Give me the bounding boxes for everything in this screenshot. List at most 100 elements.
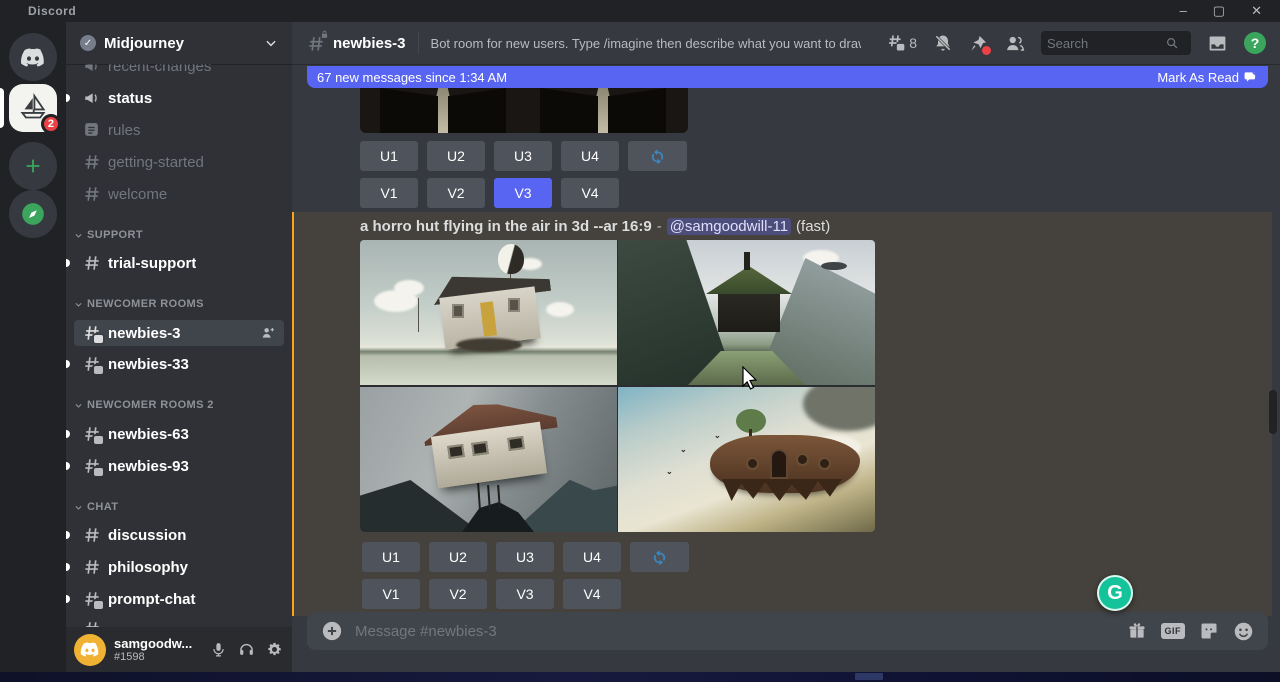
close-icon[interactable]: ✕	[1251, 0, 1262, 22]
hash-icon	[82, 184, 102, 204]
user-mention[interactable]: @samgoodwill-11	[667, 218, 791, 235]
category-newcomer-rooms[interactable]: NEWCOMER ROOMS	[74, 297, 284, 311]
gear-icon	[266, 641, 283, 658]
chat-scrollbar-thumb[interactable]	[1269, 390, 1277, 434]
gif-icon: GIF	[1161, 623, 1186, 639]
generation-mode: (fast)	[796, 218, 830, 235]
category-newcomer-rooms-2[interactable]: NEWCOMER ROOMS 2	[74, 398, 284, 412]
channel-label: newbies-33	[108, 356, 189, 373]
quad-image-bottom-left[interactable]	[360, 387, 617, 532]
channel-partial-clipped[interactable]	[74, 616, 284, 627]
channel-sidebar: ✓ Midjourney recent-changes status rules…	[66, 22, 292, 672]
search-box	[1041, 31, 1191, 55]
bell-slash-icon	[933, 33, 953, 53]
reroll-button[interactable]	[630, 542, 689, 572]
deafen-button[interactable]	[236, 640, 256, 660]
server-icon-midjourney[interactable]: 2	[9, 84, 57, 132]
server-header[interactable]: ✓ Midjourney	[66, 22, 292, 64]
prompt-line: a horro hut flying in the air in 3d --ar…	[360, 218, 830, 235]
notifications-muted-button[interactable]	[933, 33, 953, 53]
u4-button[interactable]: U4	[563, 542, 621, 572]
channel-recent-changes[interactable]: recent-changes	[74, 64, 284, 79]
user-settings-button[interactable]	[264, 640, 284, 660]
attach-file-button[interactable]	[321, 620, 343, 642]
reroll-button[interactable]	[628, 141, 687, 171]
u1-button[interactable]: U1	[362, 542, 420, 572]
v1-button[interactable]: V1	[362, 579, 420, 609]
v1-button[interactable]: V1	[360, 178, 418, 208]
quad-image-top-right[interactable]	[618, 240, 875, 385]
u3-button[interactable]: U3	[494, 141, 552, 171]
plus-circle-icon	[321, 620, 343, 642]
channel-newbies-63[interactable]: newbies-63	[74, 421, 284, 447]
gift-button[interactable]	[1127, 621, 1147, 641]
generated-image-grid[interactable]: ⌄ ⌄ ⌄	[360, 240, 875, 532]
discord-home-button[interactable]	[9, 33, 57, 81]
maximize-icon[interactable]: ▢	[1213, 0, 1225, 22]
new-messages-text: 67 new messages since 1:34 AM	[317, 70, 507, 85]
u3-button[interactable]: U3	[496, 542, 554, 572]
channel-getting-started[interactable]: getting-started	[74, 149, 284, 175]
create-invite-icon[interactable]	[260, 325, 276, 341]
explore-servers-button[interactable]	[9, 190, 57, 238]
inbox-button[interactable]	[1207, 33, 1228, 54]
pinned-messages-button[interactable]	[969, 34, 988, 53]
channel-welcome[interactable]: welcome	[74, 181, 284, 207]
generated-image-previous[interactable]	[360, 88, 688, 133]
channel-status[interactable]: status	[74, 85, 284, 111]
hash-chat-icon	[82, 456, 102, 476]
grammarly-button[interactable]: G	[1097, 575, 1133, 611]
v3-button-active[interactable]: V3	[494, 178, 552, 208]
minimize-icon[interactable]: –	[1180, 0, 1187, 22]
v3-button[interactable]: V3	[496, 579, 554, 609]
u1-button[interactable]: U1	[360, 141, 418, 171]
message-input[interactable]	[355, 623, 1127, 640]
u2-button[interactable]: U2	[429, 542, 487, 572]
upscale-button-row-msg2: U1 U2 U3 U4	[362, 542, 689, 572]
discord-logo-icon	[20, 48, 46, 67]
channel-topic[interactable]: Bot room for new users. Type /imagine th…	[431, 36, 861, 51]
member-list-button[interactable]	[1004, 33, 1025, 54]
quad-image-bottom-right[interactable]: ⌄ ⌄ ⌄	[618, 387, 875, 532]
u2-button[interactable]: U2	[427, 141, 485, 171]
mark-as-read-button[interactable]: Mark As Read	[1157, 70, 1258, 85]
category-support[interactable]: SUPPORT	[74, 228, 284, 242]
channel-newbies-33[interactable]: newbies-33	[74, 351, 284, 377]
category-label: CHAT	[87, 501, 118, 513]
v4-button[interactable]: V4	[563, 579, 621, 609]
category-chat[interactable]: CHAT	[74, 500, 284, 514]
v2-button[interactable]: V2	[427, 178, 485, 208]
channel-rules[interactable]: rules	[74, 117, 284, 143]
add-server-button[interactable]	[9, 142, 57, 190]
server-rail: 2	[0, 22, 66, 672]
channel-name: newbies-3	[333, 35, 406, 52]
channel-trial-support[interactable]: trial-support	[74, 250, 284, 276]
channel-newbies-3[interactable]: newbies-3	[74, 320, 284, 346]
channel-discussion[interactable]: discussion	[74, 522, 284, 548]
category-label: NEWCOMER ROOMS 2	[87, 399, 214, 411]
new-messages-banner[interactable]: 67 new messages since 1:34 AM Mark As Re…	[307, 66, 1268, 88]
inbox-icon	[1207, 33, 1228, 54]
sticker-picker-button[interactable]	[1199, 621, 1219, 641]
balloon	[498, 244, 524, 274]
channel-philosophy[interactable]: philosophy	[74, 554, 284, 580]
hash-chat-icon	[82, 424, 102, 444]
discord-logo-icon	[80, 642, 100, 657]
gif-picker-button[interactable]: GIF	[1161, 623, 1186, 639]
suit-figure	[538, 88, 668, 133]
emoji-picker-button[interactable]	[1233, 621, 1254, 642]
channel-newbies-93[interactable]: newbies-93	[74, 453, 284, 479]
variation-button-row-msg2: V1 V2 V3 V4	[362, 579, 621, 609]
u4-button[interactable]: U4	[561, 141, 619, 171]
quad-image-top-left[interactable]	[360, 240, 617, 385]
user-info[interactable]: samgoodw... #1598	[114, 636, 208, 664]
mute-mic-button[interactable]	[208, 640, 228, 660]
help-button[interactable]: ?	[1244, 32, 1266, 54]
search-input[interactable]	[1047, 36, 1165, 51]
user-avatar[interactable]	[74, 634, 106, 666]
channel-prompt-chat[interactable]: prompt-chat	[74, 586, 284, 612]
discord-app-window: { "window": { "title": "Discord" }, "col…	[0, 0, 1280, 682]
threads-button[interactable]: 8	[886, 33, 917, 53]
v4-button[interactable]: V4	[561, 178, 619, 208]
v2-button[interactable]: V2	[429, 579, 487, 609]
